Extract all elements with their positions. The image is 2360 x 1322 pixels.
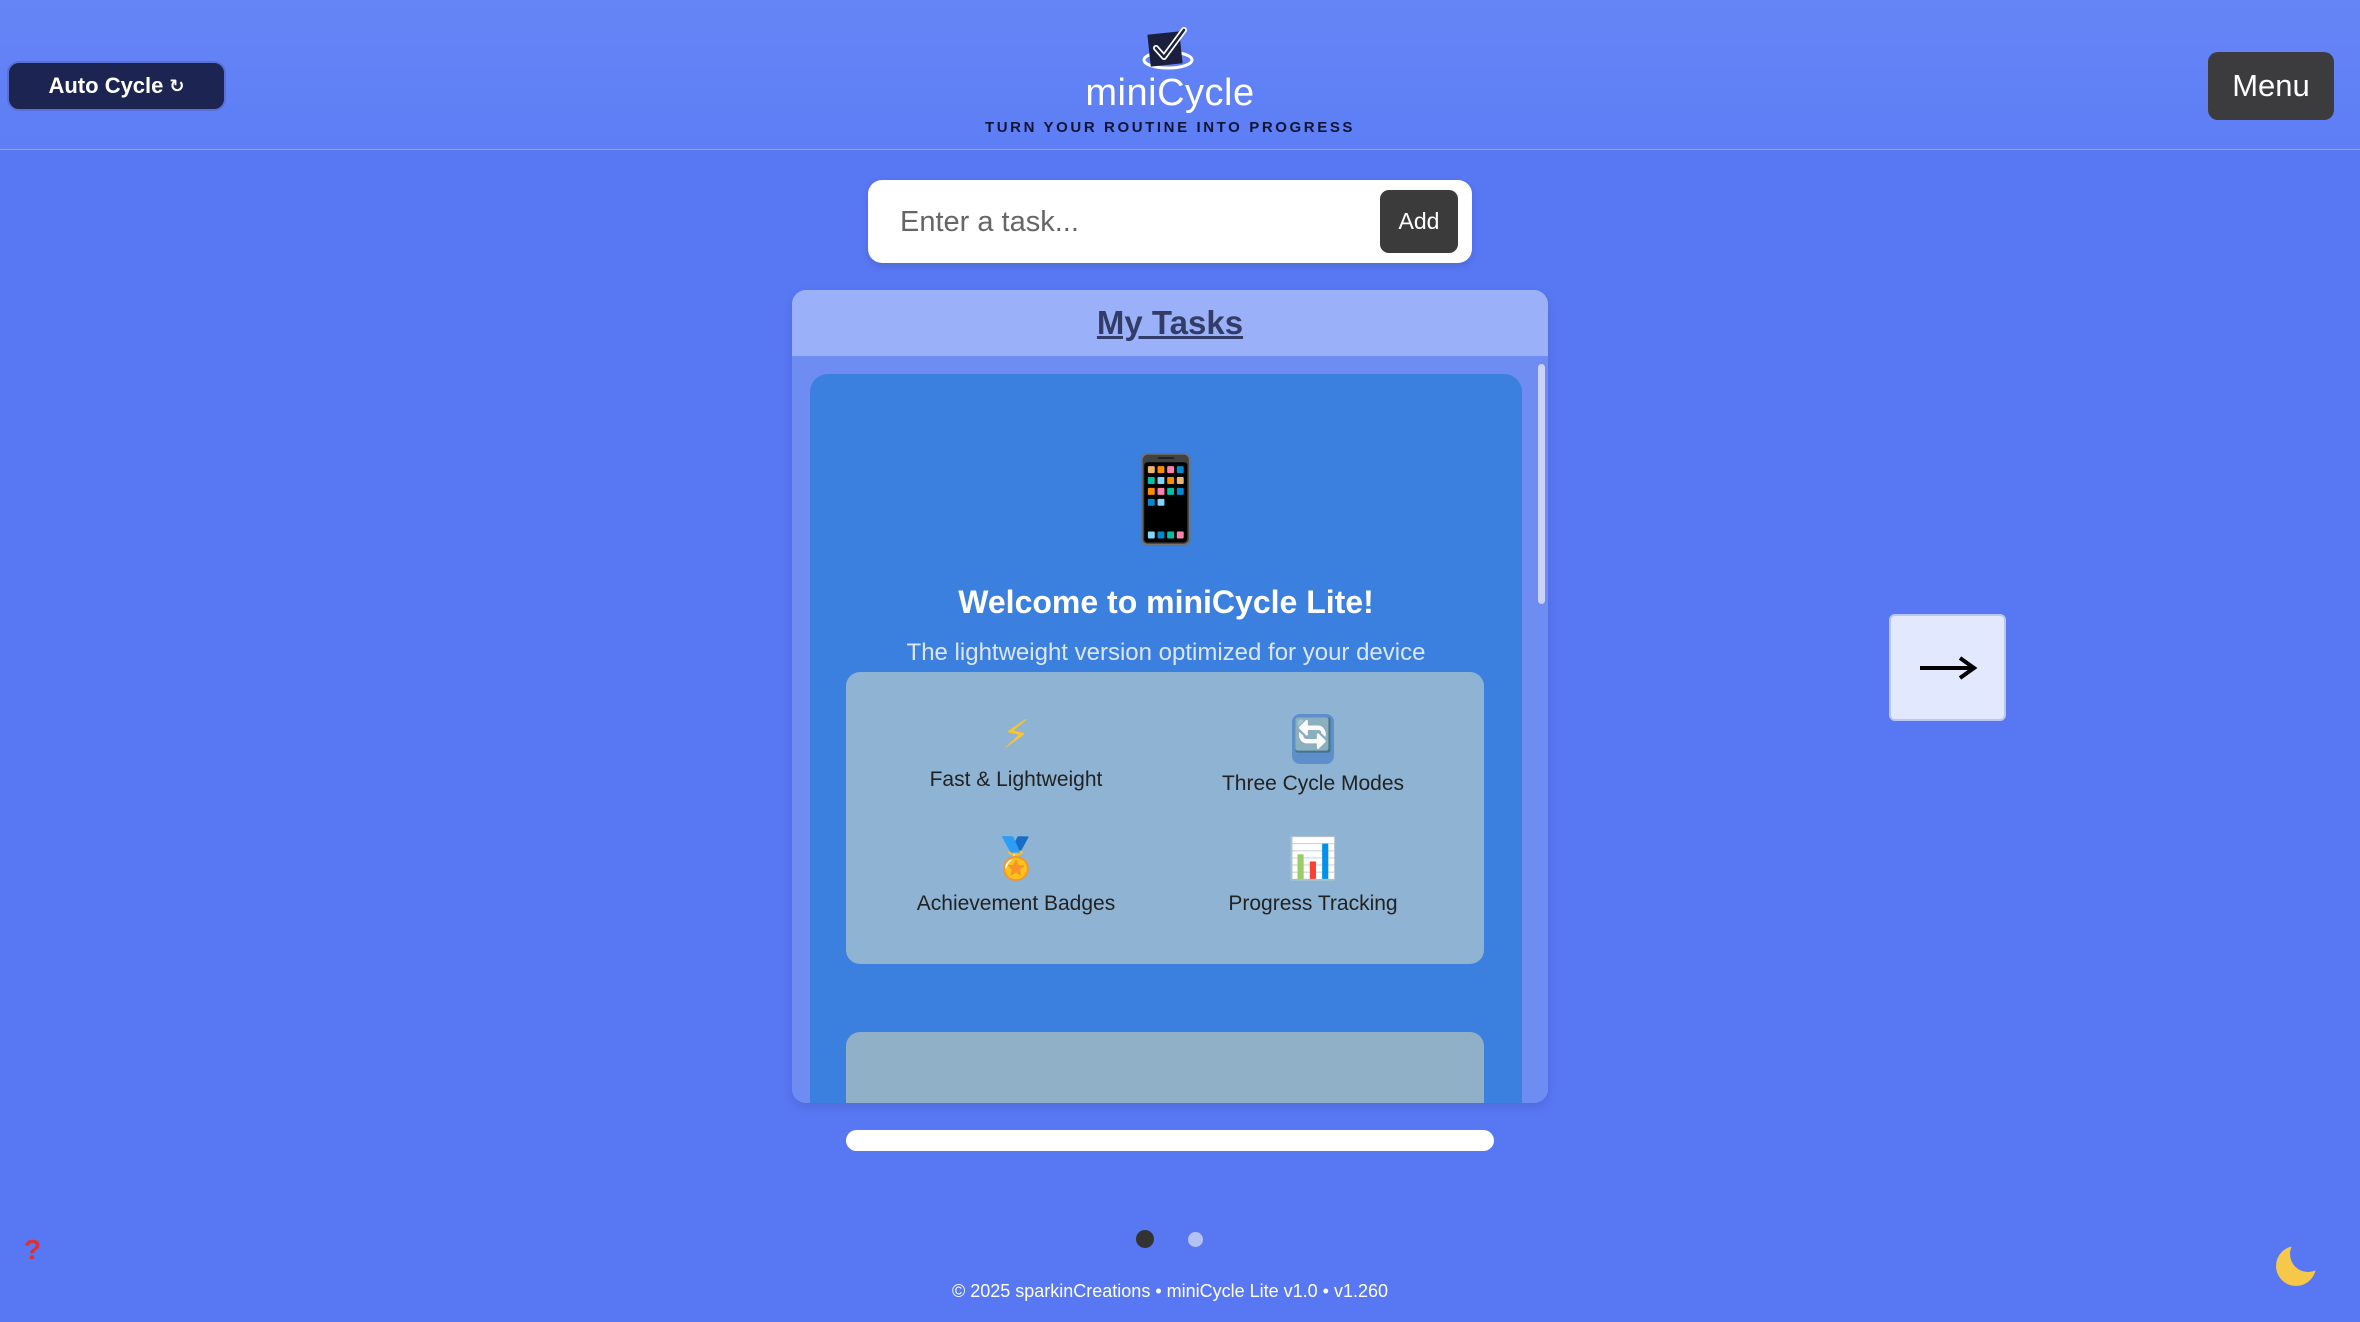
cycle-icon: ↻ xyxy=(169,75,185,96)
secondary-info-card xyxy=(846,1032,1484,1103)
app-header: Auto Cycle ↻ miniCycle TURN YOUR ROUTINE… xyxy=(0,0,2360,150)
feature-item: 🔄 Three Cycle Modes xyxy=(1163,710,1463,796)
mobile-phone-icon: 📱 xyxy=(1113,452,1219,546)
lightning-icon: ⚡ xyxy=(1001,713,1031,757)
task-input[interactable] xyxy=(898,196,1372,248)
task-entry-bar: Add xyxy=(868,180,1472,263)
auto-cycle-button[interactable]: Auto Cycle ↻ xyxy=(7,61,226,111)
cycle-arrows-icon: 🔄 xyxy=(1292,714,1334,764)
next-page-button[interactable] xyxy=(1889,614,2006,721)
task-list-scrollbar[interactable] xyxy=(1538,364,1545,604)
progress-bar xyxy=(846,1130,1494,1151)
feature-label: Progress Tracking xyxy=(1228,892,1398,915)
page-dot-active[interactable] xyxy=(1136,1230,1154,1248)
auto-cycle-label: Auto Cycle xyxy=(48,73,164,98)
welcome-title: Welcome to miniCycle Lite! xyxy=(958,584,1374,620)
welcome-card: 📱 Welcome to miniCycle Lite! The lightwe… xyxy=(810,374,1522,1103)
medal-icon: 🏅 xyxy=(991,837,1041,881)
app-tagline: TURN YOUR ROUTINE INTO PROGRESS xyxy=(984,119,1356,136)
task-list: 📱 Welcome to miniCycle Lite! The lightwe… xyxy=(792,356,1548,1103)
feature-label: Fast & Lightweight xyxy=(929,768,1103,791)
feature-item: 🏅 Achievement Badges xyxy=(866,834,1166,916)
menu-button[interactable]: Menu xyxy=(2208,52,2334,120)
app-logo: miniCycle TURN YOUR ROUTINE INTO PROGRES… xyxy=(980,24,1360,136)
footer-text: © 2025 sparkinCreations • miniCycle Lite… xyxy=(951,1281,1389,1301)
feature-label: Achievement Badges xyxy=(916,892,1116,915)
help-icon[interactable]: ? xyxy=(24,1234,41,1266)
app-name: miniCycle xyxy=(1085,72,1255,114)
tasks-panel: My Tasks 📱 Welcome to miniCycle Lite! Th… xyxy=(792,290,1548,1103)
add-task-button[interactable]: Add xyxy=(1380,190,1458,253)
checkbox-logo-icon xyxy=(1142,27,1194,70)
page-dot[interactable] xyxy=(1188,1232,1203,1247)
tasks-header: My Tasks xyxy=(792,290,1548,356)
feature-label: Three Cycle Modes xyxy=(1221,772,1405,795)
welcome-subtitle: The lightweight version optimized for yo… xyxy=(906,639,1426,666)
right-arrow-icon xyxy=(1919,655,1977,680)
bar-chart-icon: 📊 xyxy=(1288,837,1338,881)
feature-item: 📊 Progress Tracking xyxy=(1163,834,1463,916)
tasks-title[interactable]: My Tasks xyxy=(1097,304,1243,342)
features-grid: ⚡ Fast & Lightweight 🔄 Three Cycle Modes… xyxy=(846,672,1484,964)
feature-item: ⚡ Fast & Lightweight xyxy=(866,710,1166,792)
